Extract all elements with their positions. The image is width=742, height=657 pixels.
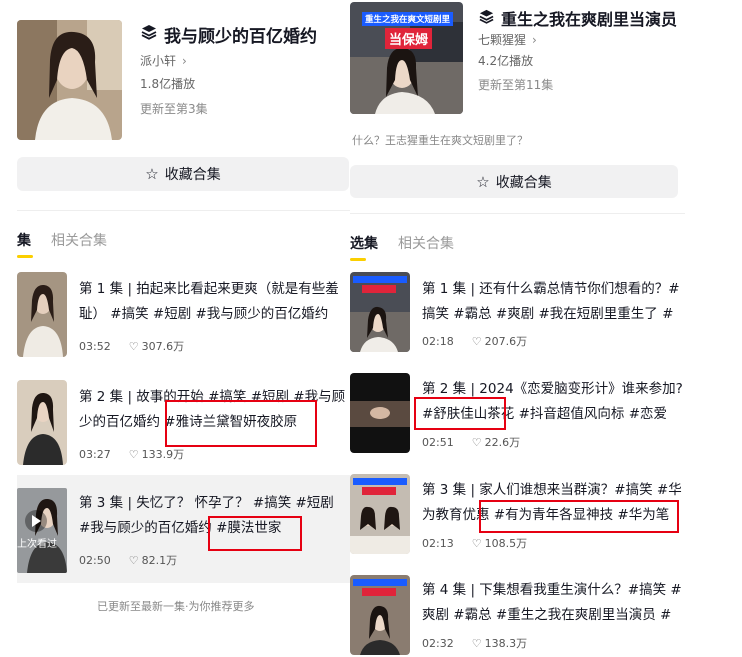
episode-meta: 02:18 ♡ 207.6万: [422, 333, 527, 349]
tab-related-collections[interactable]: 相关合集: [51, 230, 107, 258]
highlight-box: [208, 516, 302, 551]
star-icon: ☆: [145, 165, 159, 183]
play-count: 1.8亿播放: [140, 77, 196, 91]
episode-meta: 02:32 ♡ 138.3万: [422, 635, 527, 651]
heart-icon: ♡: [471, 636, 482, 650]
collect-label: 收藏合集: [164, 167, 221, 183]
episode-meta: 02:50 ♡ 82.1万: [79, 552, 177, 568]
tab-episodes[interactable]: 集: [17, 230, 33, 258]
play-icon[interactable]: [25, 510, 47, 532]
episode-thumbnail[interactable]: [350, 575, 410, 655]
collection-stack-icon: [478, 8, 495, 29]
episode-likes: 82.1万: [141, 554, 178, 567]
divider: [350, 213, 685, 214]
episode-duration: 02:18: [422, 334, 454, 348]
collect-collection-button[interactable]: ☆ 收藏合集: [17, 157, 349, 191]
episode-meta: 02:51 ♡ 22.6万: [422, 434, 520, 450]
author-link[interactable]: 派小轩 ›: [140, 52, 187, 69]
divider: [17, 210, 350, 211]
episode-thumbnail[interactable]: [350, 474, 410, 554]
episode-meta: 03:27 ♡ 133.9万: [79, 446, 184, 462]
episode-thumbnail[interactable]: [350, 272, 410, 352]
right-collection-panel: 重生之我在爽文短剧里 当保姆 重生之我在爽剧里当演员 七颗猩猩 › 4.2亿播放 …: [350, 0, 685, 657]
collection-stack-icon: [140, 23, 158, 46]
tab-bar: 集 相关合集: [17, 230, 127, 258]
collect-collection-button[interactable]: ☆ 收藏合集: [350, 165, 678, 198]
end-of-list-notice: 已更新至最新一集·为你推荐更多: [97, 600, 255, 613]
episode-likes: 22.6万: [484, 436, 521, 449]
episode-thumbnail[interactable]: [17, 488, 67, 573]
highlight-box: [165, 400, 317, 447]
episode-duration: 02:50: [79, 553, 111, 567]
heart-icon: ♡: [471, 435, 482, 449]
episode-likes: 307.6万: [141, 340, 185, 353]
episode-likes: 207.6万: [484, 335, 528, 348]
episode-title[interactable]: 第 4 集 | 下集想看我重生演什么？#搞笑 #爽剧 #霸总 #重生之我在爽剧里…: [422, 578, 684, 628]
watched-label: 上次看过: [17, 539, 57, 550]
heart-icon: ♡: [128, 553, 139, 567]
highlight-box: [479, 500, 679, 533]
episode-meta: 03:52 ♡ 307.6万: [79, 338, 184, 354]
collection-cover[interactable]: [17, 20, 122, 140]
heart-icon: ♡: [128, 447, 139, 461]
author-name: 派小轩: [140, 54, 177, 68]
play-count: 4.2亿播放: [478, 54, 534, 68]
heart-icon: ♡: [128, 339, 139, 353]
episode-thumbnail[interactable]: [350, 373, 410, 453]
episode-duration: 03:27: [79, 447, 111, 461]
episode-likes: 108.5万: [484, 537, 528, 550]
episode-duration: 02:13: [422, 536, 454, 550]
collection-title-text: 我与顾少的百亿婚约: [164, 27, 317, 47]
episode-title[interactable]: 第 1 集 | 拍起来比看起来更爽（就是有些羞耻） #搞笑 #短剧 #我与顾少的…: [79, 277, 347, 327]
author-name: 七颗猩猩: [478, 33, 527, 47]
episode-thumbnail[interactable]: [17, 272, 67, 357]
cover-caption-big: 当保姆: [385, 28, 433, 49]
author-link[interactable]: 七颗猩猩 ›: [478, 31, 537, 48]
heart-icon: ♡: [471, 536, 482, 550]
episode-duration: 02:51: [422, 435, 454, 449]
episode-likes: 138.3万: [484, 637, 528, 650]
episode-likes: 133.9万: [141, 448, 185, 461]
episode-title[interactable]: 第 1 集 | 还有什么霸总情节你们想看的？#搞笑 #霸总 #爽剧 #我在短剧里…: [422, 277, 684, 327]
episode-duration: 03:52: [79, 339, 111, 353]
episode-meta: 02:13 ♡ 108.5万: [422, 535, 527, 551]
heart-icon: ♡: [471, 334, 482, 348]
tab-related-collections[interactable]: 相关合集: [398, 233, 454, 261]
left-collection-panel: 我与顾少的百亿婚约 派小轩 › 1.8亿播放 更新至第3集 ☆ 收藏合集 集 相关…: [0, 0, 350, 657]
collection-title: 我与顾少的百亿婚约: [140, 22, 317, 47]
collection-title: 重生之我在爽剧里当演员: [478, 6, 677, 30]
chevron-right-icon: ›: [182, 54, 187, 68]
highlight-box: [414, 397, 506, 430]
episode-thumbnail[interactable]: [17, 380, 67, 465]
collect-label: 收藏合集: [495, 174, 552, 191]
update-status: 更新至第11集: [478, 78, 554, 92]
chevron-right-icon: ›: [532, 33, 537, 47]
star-icon: ☆: [476, 172, 490, 191]
episode-duration: 02:32: [422, 636, 454, 650]
tab-episodes[interactable]: 选集: [350, 233, 378, 261]
tab-bar: 选集 相关合集: [350, 233, 474, 261]
cover-caption: 重生之我在爽文短剧里: [362, 12, 454, 26]
collection-description: 什么？王志猩重生在爽文短剧里了？: [352, 134, 528, 147]
collection-title-text: 重生之我在爽剧里当演员: [501, 10, 678, 29]
update-status: 更新至第3集: [140, 102, 208, 116]
